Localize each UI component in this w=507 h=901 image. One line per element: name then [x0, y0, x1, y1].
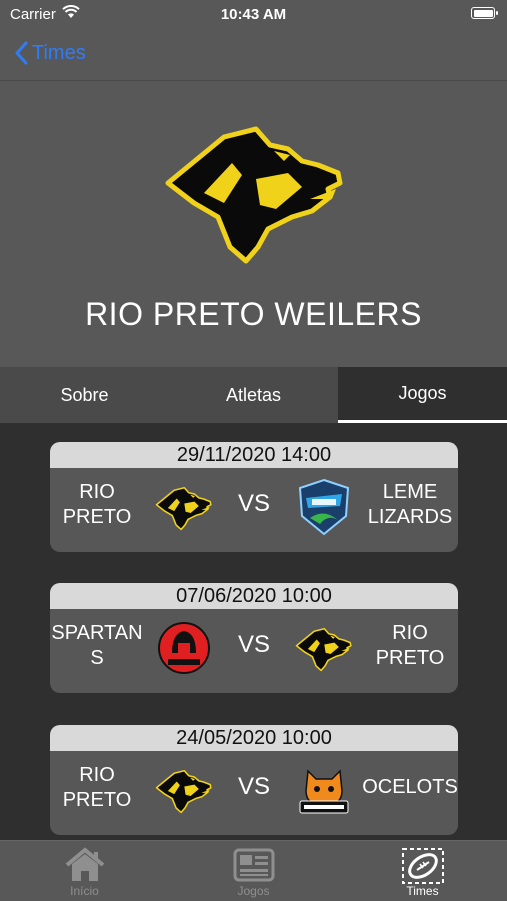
spartans-logo	[158, 622, 210, 674]
vs-label: VS	[237, 490, 270, 517]
away-team-name: RIO PRETO	[375, 622, 445, 669]
lizards-logo	[298, 478, 350, 536]
home-team-name: SPARTAN S	[51, 622, 143, 669]
back-button[interactable]: Times	[14, 38, 86, 68]
away-team-name: OCELOTS	[362, 776, 458, 798]
ocelots-logo	[299, 769, 349, 814]
game-date: 29/11/2020 14:00	[50, 442, 458, 468]
games-list: 29/11/2020 14:00 RIO PRETO VS LEME LIZAR…	[0, 423, 507, 840]
home-team-name: RIO PRETO	[62, 764, 132, 811]
tab-sobre[interactable]: Sobre	[0, 367, 169, 423]
chevron-left-icon	[15, 41, 28, 65]
weilers-logo	[154, 761, 214, 819]
weilers-logo	[294, 619, 354, 677]
away-team-name: LEME LIZARDS	[367, 481, 453, 528]
back-label: Times	[32, 41, 86, 64]
vs-label: VS	[237, 773, 270, 800]
game-date: 07/06/2020 10:00	[50, 583, 458, 609]
status-time: 10:43 AM	[220, 6, 287, 23]
tabbar-label: Times	[406, 884, 439, 898]
tab-bar: Início Jogos Times	[0, 840, 507, 901]
tabbar-item-times[interactable]: Times	[338, 841, 507, 901]
status-bar: Carrier 10:43 AM	[0, 0, 507, 28]
tabbar-item-jogos[interactable]: Jogos	[169, 841, 338, 901]
game-card[interactable]: 07/06/2020 10:00 SPARTAN S VS RIO PRETO	[50, 583, 458, 693]
team-logo	[160, 115, 350, 265]
home-team-name: RIO PRETO	[62, 481, 132, 528]
battery-icon	[471, 7, 498, 19]
tab-atletas[interactable]: Atletas	[169, 367, 338, 423]
tabbar-label: Jogos	[237, 884, 270, 898]
tabbar-label: Início	[70, 884, 99, 898]
game-card[interactable]: 29/11/2020 14:00 RIO PRETO VS LEME LIZAR…	[50, 442, 458, 552]
vs-label: VS	[237, 631, 270, 658]
weilers-logo	[154, 478, 214, 536]
home-icon	[65, 847, 104, 881]
navigation-bar: Times	[0, 28, 507, 81]
news-icon	[233, 848, 274, 882]
team-header: RIO PRETO WEILERS	[0, 81, 507, 367]
game-date: 24/05/2020 10:00	[50, 725, 458, 751]
tab-jogos[interactable]: Jogos	[338, 367, 507, 423]
tabbar-item-inicio[interactable]: Início	[0, 841, 169, 901]
segment-tabs: Sobre Atletas Jogos	[0, 367, 507, 423]
team-name: RIO PRETO WEILERS	[85, 296, 422, 332]
football-icon	[401, 848, 444, 884]
game-card[interactable]: 24/05/2020 10:00 RIO PRETO VS OCELOTS	[50, 725, 458, 835]
